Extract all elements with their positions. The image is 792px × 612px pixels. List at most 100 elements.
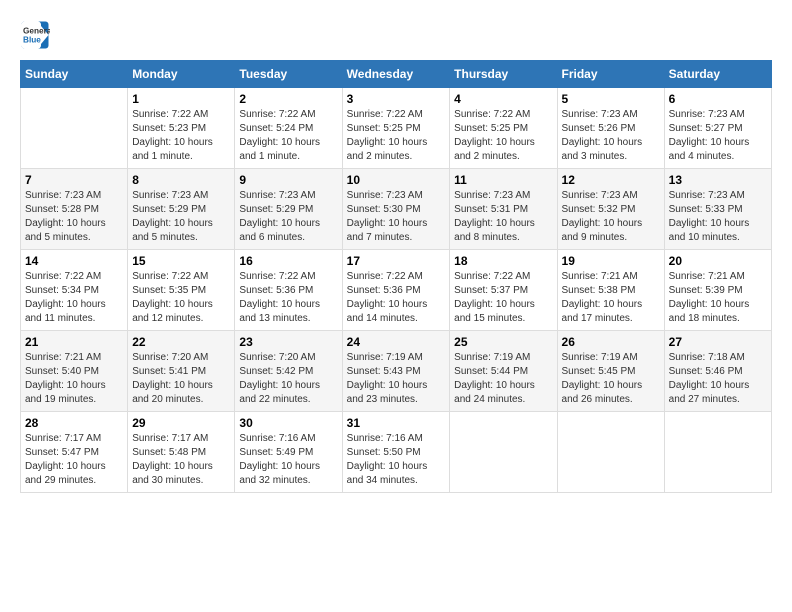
day-info: Sunrise: 7:17 AMSunset: 5:47 PMDaylight:… [25, 432, 123, 488]
day-info: Sunrise: 7:22 AMSunset: 5:34 PMDaylight:… [25, 270, 123, 326]
calendar-cell [557, 412, 664, 493]
day-number: 22 [132, 335, 230, 349]
calendar-cell: 19 Sunrise: 7:21 AMSunset: 5:38 PMDayligh… [557, 250, 664, 331]
day-info: Sunrise: 7:20 AMSunset: 5:41 PMDaylight:… [132, 351, 230, 407]
day-info: Sunrise: 7:23 AMSunset: 5:28 PMDaylight:… [25, 189, 123, 245]
weekday-header-tuesday: Tuesday [235, 61, 342, 88]
day-info: Sunrise: 7:16 AMSunset: 5:49 PMDaylight:… [239, 432, 337, 488]
day-info: Sunrise: 7:22 AMSunset: 5:36 PMDaylight:… [347, 270, 446, 326]
calendar-cell: 3 Sunrise: 7:22 AMSunset: 5:25 PMDaylight… [342, 88, 450, 169]
weekday-header-monday: Monday [128, 61, 235, 88]
day-number: 20 [669, 254, 767, 268]
calendar-cell: 20 Sunrise: 7:21 AMSunset: 5:39 PMDayligh… [664, 250, 771, 331]
calendar-cell: 25 Sunrise: 7:19 AMSunset: 5:44 PMDayligh… [450, 331, 557, 412]
weekday-header-saturday: Saturday [664, 61, 771, 88]
calendar-cell: 17 Sunrise: 7:22 AMSunset: 5:36 PMDayligh… [342, 250, 450, 331]
calendar-cell: 7 Sunrise: 7:23 AMSunset: 5:28 PMDaylight… [21, 169, 128, 250]
day-info: Sunrise: 7:19 AMSunset: 5:45 PMDaylight:… [562, 351, 660, 407]
day-number: 3 [347, 92, 446, 106]
day-number: 14 [25, 254, 123, 268]
calendar-cell [21, 88, 128, 169]
day-number: 8 [132, 173, 230, 187]
calendar-cell: 1Sunrise: 7:22 AMSunset: 5:23 PMDaylight… [128, 88, 235, 169]
calendar-cell: 2 Sunrise: 7:22 AMSunset: 5:24 PMDaylight… [235, 88, 342, 169]
day-info: Sunrise: 7:16 AMSunset: 5:50 PMDaylight:… [347, 432, 446, 488]
day-info: Sunrise: 7:23 AMSunset: 5:29 PMDaylight:… [132, 189, 230, 245]
calendar-cell: 5 Sunrise: 7:23 AMSunset: 5:26 PMDaylight… [557, 88, 664, 169]
week-row-3: 14 Sunrise: 7:22 AMSunset: 5:34 PMDayligh… [21, 250, 772, 331]
day-number: 23 [239, 335, 337, 349]
day-number: 24 [347, 335, 446, 349]
day-info: Sunrise: 7:23 AMSunset: 5:30 PMDaylight:… [347, 189, 446, 245]
calendar-cell: 13Sunrise: 7:23 AMSunset: 5:33 PMDayligh… [664, 169, 771, 250]
week-row-4: 21 Sunrise: 7:21 AMSunset: 5:40 PMDayligh… [21, 331, 772, 412]
day-info: Sunrise: 7:17 AMSunset: 5:48 PMDaylight:… [132, 432, 230, 488]
weekday-header-sunday: Sunday [21, 61, 128, 88]
day-info: Sunrise: 7:22 AMSunset: 5:25 PMDaylight:… [347, 108, 446, 164]
day-number: 11 [454, 173, 552, 187]
day-info: Sunrise: 7:22 AMSunset: 5:36 PMDaylight:… [239, 270, 337, 326]
calendar-cell: 6 Sunrise: 7:23 AMSunset: 5:27 PMDaylight… [664, 88, 771, 169]
day-number: 1 [132, 92, 230, 106]
calendar-cell: 29 Sunrise: 7:17 AMSunset: 5:48 PMDayligh… [128, 412, 235, 493]
day-number: 15 [132, 254, 230, 268]
day-number: 18 [454, 254, 552, 268]
calendar-cell: 16Sunrise: 7:22 AMSunset: 5:36 PMDayligh… [235, 250, 342, 331]
day-number: 21 [25, 335, 123, 349]
day-info: Sunrise: 7:21 AMSunset: 5:40 PMDaylight:… [25, 351, 123, 407]
calendar-cell: 30 Sunrise: 7:16 AMSunset: 5:49 PMDayligh… [235, 412, 342, 493]
day-info: Sunrise: 7:22 AMSunset: 5:35 PMDaylight:… [132, 270, 230, 326]
week-row-2: 7 Sunrise: 7:23 AMSunset: 5:28 PMDaylight… [21, 169, 772, 250]
day-number: 30 [239, 416, 337, 430]
day-info: Sunrise: 7:19 AMSunset: 5:44 PMDaylight:… [454, 351, 552, 407]
calendar-cell [664, 412, 771, 493]
calendar-cell: 8 Sunrise: 7:23 AMSunset: 5:29 PMDaylight… [128, 169, 235, 250]
calendar-cell: 18 Sunrise: 7:22 AMSunset: 5:37 PMDayligh… [450, 250, 557, 331]
calendar-cell: 27Sunrise: 7:18 AMSunset: 5:46 PMDayligh… [664, 331, 771, 412]
day-number: 6 [669, 92, 767, 106]
day-number: 4 [454, 92, 552, 106]
day-info: Sunrise: 7:23 AMSunset: 5:33 PMDaylight:… [669, 189, 767, 245]
page-header: General Blue [20, 20, 772, 50]
day-info: Sunrise: 7:23 AMSunset: 5:31 PMDaylight:… [454, 189, 552, 245]
calendar-cell: 12 Sunrise: 7:23 AMSunset: 5:32 PMDayligh… [557, 169, 664, 250]
calendar-table: SundayMondayTuesdayWednesdayThursdayFrid… [20, 60, 772, 493]
logo-icon: General Blue [20, 20, 50, 50]
day-number: 26 [562, 335, 660, 349]
day-number: 27 [669, 335, 767, 349]
calendar-cell: 4 Sunrise: 7:22 AMSunset: 5:25 PMDaylight… [450, 88, 557, 169]
calendar-cell: 9Sunrise: 7:23 AMSunset: 5:29 PMDaylight… [235, 169, 342, 250]
day-number: 7 [25, 173, 123, 187]
day-info: Sunrise: 7:21 AMSunset: 5:38 PMDaylight:… [562, 270, 660, 326]
day-info: Sunrise: 7:23 AMSunset: 5:32 PMDaylight:… [562, 189, 660, 245]
calendar-cell: 23 Sunrise: 7:20 AMSunset: 5:42 PMDayligh… [235, 331, 342, 412]
svg-text:General: General [23, 27, 50, 36]
day-number: 2 [239, 92, 337, 106]
day-number: 19 [562, 254, 660, 268]
day-info: Sunrise: 7:23 AMSunset: 5:26 PMDaylight:… [562, 108, 660, 164]
calendar-cell: 14 Sunrise: 7:22 AMSunset: 5:34 PMDayligh… [21, 250, 128, 331]
calendar-cell: 26 Sunrise: 7:19 AMSunset: 5:45 PMDayligh… [557, 331, 664, 412]
weekday-header-friday: Friday [557, 61, 664, 88]
calendar-cell: 15 Sunrise: 7:22 AMSunset: 5:35 PMDayligh… [128, 250, 235, 331]
day-info: Sunrise: 7:20 AMSunset: 5:42 PMDaylight:… [239, 351, 337, 407]
day-number: 17 [347, 254, 446, 268]
day-number: 25 [454, 335, 552, 349]
day-info: Sunrise: 7:23 AMSunset: 5:27 PMDaylight:… [669, 108, 767, 164]
day-info: Sunrise: 7:19 AMSunset: 5:43 PMDaylight:… [347, 351, 446, 407]
weekday-header-wednesday: Wednesday [342, 61, 450, 88]
day-info: Sunrise: 7:22 AMSunset: 5:24 PMDaylight:… [239, 108, 337, 164]
calendar-cell: 22 Sunrise: 7:20 AMSunset: 5:41 PMDayligh… [128, 331, 235, 412]
day-info: Sunrise: 7:21 AMSunset: 5:39 PMDaylight:… [669, 270, 767, 326]
day-number: 31 [347, 416, 446, 430]
day-number: 5 [562, 92, 660, 106]
calendar-cell [450, 412, 557, 493]
calendar-cell: 28Sunrise: 7:17 AMSunset: 5:47 PMDayligh… [21, 412, 128, 493]
day-number: 12 [562, 173, 660, 187]
day-info: Sunrise: 7:22 AMSunset: 5:25 PMDaylight:… [454, 108, 552, 164]
day-info: Sunrise: 7:22 AMSunset: 5:37 PMDaylight:… [454, 270, 552, 326]
day-number: 29 [132, 416, 230, 430]
weekday-header-thursday: Thursday [450, 61, 557, 88]
logo: General Blue [20, 20, 50, 50]
week-row-5: 28Sunrise: 7:17 AMSunset: 5:47 PMDayligh… [21, 412, 772, 493]
